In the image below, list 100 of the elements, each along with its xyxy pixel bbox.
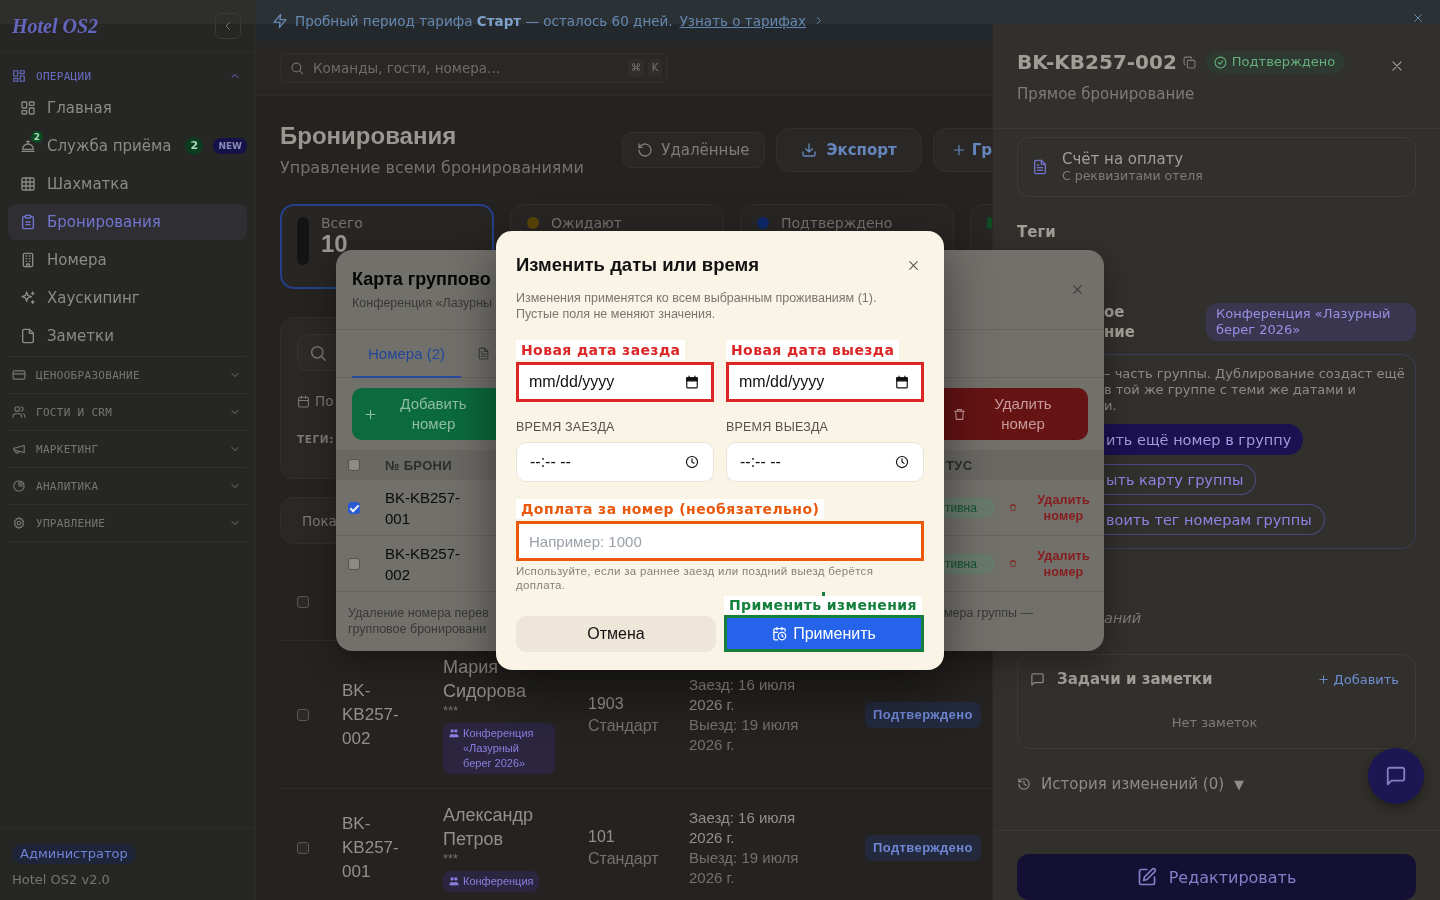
date-field[interactable]: mm/dd/yyyy bbox=[726, 362, 924, 402]
rating-text: *** bbox=[443, 703, 460, 719]
date-field[interactable]: mm/dd/yyyy bbox=[516, 362, 714, 402]
grid-icon bbox=[20, 100, 36, 116]
tags-label: ТЕГИ: bbox=[297, 433, 335, 445]
trash-icon bbox=[953, 407, 966, 421]
section-header[interactable]: УПРАВЛЕНИЕ bbox=[8, 505, 247, 541]
table-icon bbox=[20, 176, 36, 192]
booking-id: BK-KB257-002 bbox=[385, 543, 462, 585]
apply-button[interactable]: Применить bbox=[724, 615, 924, 652]
version-label: Hotel OS2 v2.0 bbox=[12, 872, 111, 888]
stat-label: Подтверждено bbox=[781, 215, 893, 231]
close-icon bbox=[907, 258, 920, 272]
clock-icon bbox=[685, 455, 699, 469]
section-header[interactable]: МАРКЕТИНГ bbox=[8, 431, 247, 467]
checkbox[interactable] bbox=[348, 501, 360, 514]
copy-button[interactable] bbox=[1182, 55, 1196, 69]
plus-icon bbox=[364, 407, 377, 421]
room-type: Стандарт bbox=[588, 848, 660, 869]
invoice-subtitle: С реквизитами отеля bbox=[1062, 168, 1203, 184]
field-label: ВРЕМЯ ЗАЕЗДА bbox=[516, 419, 615, 435]
room-number: 101 bbox=[588, 826, 616, 847]
delete-room-button[interactable]: Удалить номер bbox=[944, 388, 1088, 440]
document-icon bbox=[477, 346, 490, 360]
checkbox[interactable] bbox=[297, 708, 309, 721]
section-header[interactable]: ГОСТИ И CRM bbox=[8, 394, 247, 430]
checkout-date: Выезд: 19 июля 2026 г. bbox=[689, 714, 800, 755]
field-label: Новая дата выезда bbox=[726, 340, 900, 360]
nav-item[interactable]: Главная bbox=[8, 90, 247, 126]
logo[interactable]: Hotel OS2 bbox=[12, 14, 99, 38]
close-icon bbox=[1071, 283, 1084, 296]
modal-subtitle: Конференция «Лазурны bbox=[352, 295, 493, 311]
history-toggle[interactable]: История изменений (0) ▼ bbox=[1017, 774, 1245, 794]
checkbox[interactable] bbox=[348, 557, 360, 570]
search-icon bbox=[309, 343, 327, 362]
document-icon bbox=[1032, 159, 1048, 175]
edit-button[interactable]: Редактировать bbox=[1017, 854, 1416, 900]
page-subtitle: Управление всеми бронированиями bbox=[280, 157, 584, 179]
export-button[interactable]: Экспорт bbox=[775, 128, 922, 172]
close-button[interactable] bbox=[907, 258, 920, 272]
card-icon bbox=[12, 368, 26, 382]
booking-id: BK-KB257-001 bbox=[385, 487, 462, 529]
date-filter[interactable]: По bbox=[297, 393, 334, 409]
nav-item[interactable]: Хаускипинг bbox=[8, 280, 247, 316]
note-text: групповое бронировани bbox=[348, 621, 487, 637]
field-label: ВРЕМЯ ВЫЕЗДА bbox=[726, 419, 829, 435]
close-icon bbox=[1412, 12, 1424, 24]
shortcut-key: K bbox=[648, 59, 662, 77]
undo-icon bbox=[637, 142, 654, 158]
close-button[interactable] bbox=[1412, 12, 1424, 24]
add-room-button[interactable]: ить ещё номер в группу bbox=[1104, 424, 1304, 455]
clipboard-icon bbox=[20, 214, 36, 230]
checkbox[interactable] bbox=[297, 596, 309, 608]
trash-icon bbox=[1008, 559, 1017, 568]
deleted-button[interactable]: Удалённые bbox=[622, 132, 765, 168]
notification-badge: 2 bbox=[31, 131, 43, 143]
guest-name: Мария Сидорова bbox=[443, 656, 527, 703]
nav-item[interactable]: Бронирования bbox=[8, 204, 247, 240]
invoice-title: Счёт на оплату bbox=[1062, 150, 1185, 168]
booking-source: Прямое бронирование bbox=[1017, 84, 1196, 104]
add-note-link[interactable]: Добавить bbox=[1317, 671, 1399, 687]
people-icon bbox=[449, 876, 459, 886]
add-room-button[interactable]: Добавить номер bbox=[352, 388, 496, 440]
time-field[interactable]: --:-- -- bbox=[726, 442, 924, 482]
column-header: ТУС bbox=[945, 457, 973, 473]
checkbox[interactable] bbox=[348, 459, 360, 471]
chat-icon bbox=[1385, 765, 1407, 787]
rating-text: *** bbox=[443, 851, 460, 867]
pie-chart-icon bbox=[12, 479, 26, 493]
booking-id[interactable]: BK-KB257-001 bbox=[342, 811, 422, 884]
settings-icon bbox=[12, 516, 26, 530]
file-icon bbox=[20, 328, 36, 344]
room-type: Стандарт bbox=[588, 715, 660, 736]
history-icon bbox=[1017, 777, 1031, 791]
check-circle-icon bbox=[1213, 55, 1227, 69]
close-icon bbox=[1390, 59, 1404, 73]
nav-item[interactable]: Заметки bbox=[8, 318, 247, 354]
tag-text: Конференция bbox=[463, 874, 534, 889]
invoice-card[interactable]: Счёт на оплату С реквизитами отеля bbox=[1017, 137, 1416, 197]
callout-label: Применить изменения bbox=[724, 596, 922, 614]
nav-item[interactable]: Номера bbox=[8, 242, 247, 278]
search-field[interactable] bbox=[297, 334, 336, 371]
view-label: Пока bbox=[302, 512, 337, 529]
time-field[interactable]: --:-- -- bbox=[516, 442, 714, 482]
section-header[interactable]: АНАЛИТИКА bbox=[8, 468, 247, 504]
booking-id[interactable]: BK-KB257-002 bbox=[342, 678, 422, 751]
section-header[interactable]: ЦЕНООБРАЗОВАНИЕ bbox=[8, 357, 247, 393]
pricing-link[interactable]: Узнать о тарифах bbox=[679, 12, 807, 29]
close-button[interactable] bbox=[1390, 59, 1404, 73]
section-header[interactable]: ОПЕРАЦИИ bbox=[8, 63, 247, 89]
plus-icon bbox=[1317, 673, 1329, 685]
calendar-icon bbox=[895, 375, 909, 389]
cancel-button[interactable]: Отмена bbox=[516, 616, 716, 652]
create-button[interactable]: Гр bbox=[932, 128, 992, 172]
nav-item[interactable]: 2 Служба приёма bbox=[8, 128, 184, 164]
checkbox[interactable] bbox=[297, 841, 309, 854]
status-badge: Подтверждено bbox=[865, 834, 981, 861]
nav-item[interactable]: Шахматка bbox=[8, 166, 247, 202]
amount-field[interactable]: Например: 1000 bbox=[516, 521, 924, 561]
stat-label: Всего bbox=[321, 215, 363, 231]
